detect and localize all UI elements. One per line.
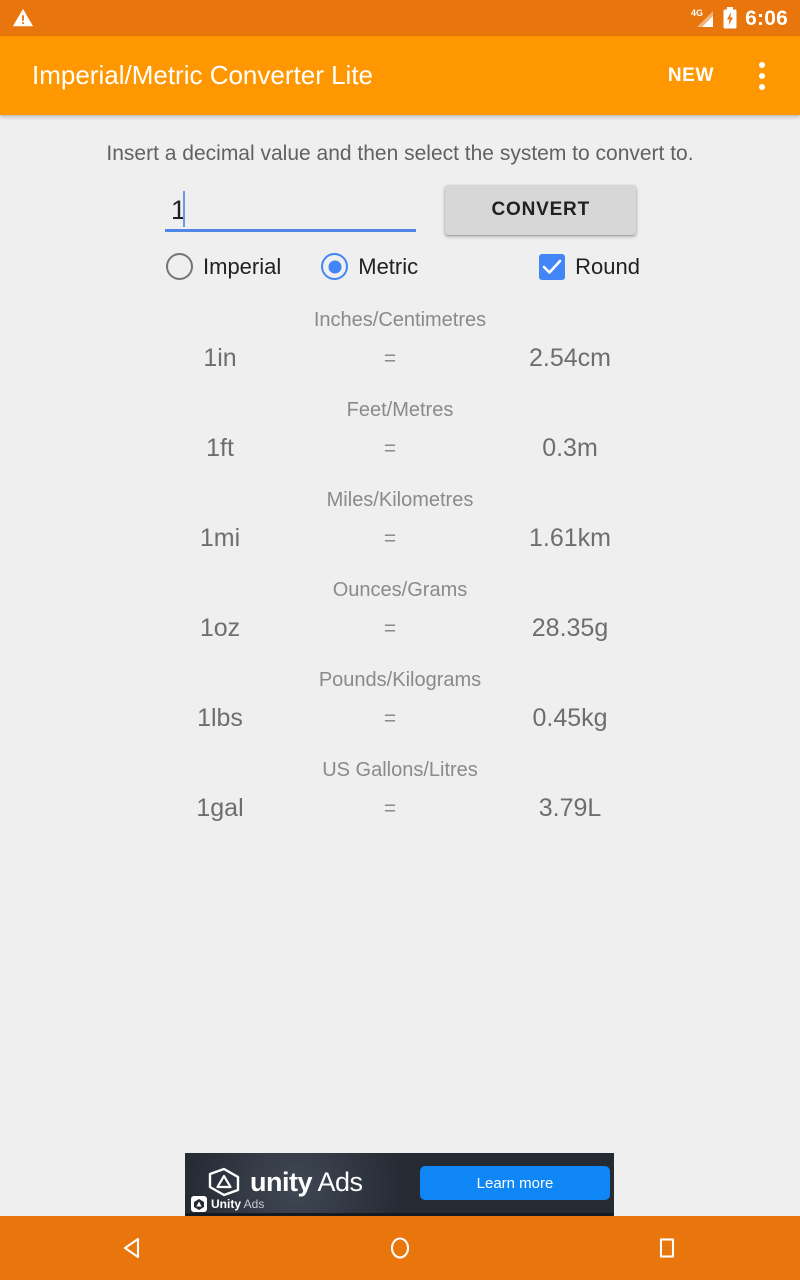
conversion-to-value: 0.45kg xyxy=(532,704,608,732)
value-input[interactable]: 1 xyxy=(165,185,417,232)
conversion-group-title: Miles/Kilometres xyxy=(326,489,474,511)
ad-brand-bold: unity xyxy=(250,1166,313,1197)
conversion-to-value: 3.79L xyxy=(538,794,602,822)
page-title: Imperial/Metric Converter Lite xyxy=(32,60,373,90)
ad-learn-more-button[interactable]: Learn more xyxy=(420,1166,610,1200)
conversion-from-value: 1lbs xyxy=(197,704,243,732)
ad-attribution: Unity Ads xyxy=(191,1196,264,1212)
new-button[interactable]: NEW xyxy=(662,55,720,97)
ad-brand-group: unity Ads xyxy=(207,1166,363,1198)
main-content: Insert a decimal value and then select t… xyxy=(0,115,800,1215)
overflow-menu-icon[interactable] xyxy=(738,52,786,100)
ad-attribution-light: Ads xyxy=(243,1197,265,1211)
battery-charging-icon xyxy=(723,7,737,29)
back-triangle-icon xyxy=(124,1237,140,1259)
recents-square-icon xyxy=(659,1238,674,1258)
conversion-row: 1lbs = 0.45kg xyxy=(0,706,800,752)
equals-symbol: = xyxy=(383,617,397,640)
radio-metric[interactable]: Metric xyxy=(321,253,418,280)
equals-symbol: = xyxy=(383,707,397,730)
conversion-to-value: 2.54cm xyxy=(529,344,611,372)
convert-button[interactable]: CONVERT xyxy=(445,185,636,235)
network-type-label: 4G xyxy=(691,8,703,18)
conversion-to-value: 28.35g xyxy=(531,614,609,642)
status-bar-clock: 6:06 xyxy=(745,6,788,30)
conversion-from-value: 1oz xyxy=(199,614,241,642)
unity-logo-icon xyxy=(208,1167,240,1197)
conversion-from-value: 1mi xyxy=(199,524,241,552)
input-row: 1 CONVERT xyxy=(0,185,800,235)
conversion-group-title: Pounds/Kilograms xyxy=(318,669,482,691)
conversion-row: 1oz = 28.35g xyxy=(0,616,800,662)
text-cursor xyxy=(183,191,185,227)
conversion-group: Ounces/Grams 1oz = 28.35g xyxy=(0,580,800,662)
conversion-group: Miles/Kilometres 1mi = 1.61km xyxy=(0,490,800,572)
ad-attribution-text: Unity Ads xyxy=(211,1198,264,1210)
conversion-group-title: Inches/Centimetres xyxy=(313,309,487,331)
conversion-group: Inches/Centimetres 1in = 2.54cm xyxy=(0,310,800,392)
checkbox-round[interactable]: Round xyxy=(539,253,640,280)
home-circle-icon xyxy=(390,1237,409,1259)
status-bar: 4G 6:06 xyxy=(0,0,800,36)
ad-banner[interactable]: unity Ads Learn more Unity Ads xyxy=(185,1153,614,1215)
equals-symbol: = xyxy=(383,437,397,460)
ad-brand-light: Ads xyxy=(312,1166,364,1197)
radio-metric-icon xyxy=(321,253,349,280)
status-bar-left xyxy=(12,7,34,29)
radio-imperial[interactable]: Imperial xyxy=(166,253,281,280)
equals-symbol: = xyxy=(383,527,397,550)
unity-badge-icon xyxy=(191,1196,207,1212)
conversion-group-title: Ounces/Grams xyxy=(332,579,468,601)
conversion-row: 1gal = 3.79L xyxy=(0,796,800,842)
signal-bars-icon: 4G xyxy=(691,7,715,29)
checkbox-round-label: Round xyxy=(575,253,640,279)
ad-brand-text: unity Ads xyxy=(250,1166,364,1197)
conversion-from-value: 1ft xyxy=(206,434,234,462)
warning-triangle-icon xyxy=(12,8,34,27)
app-bar: Imperial/Metric Converter Lite NEW xyxy=(0,36,800,115)
instruction-text: Insert a decimal value and then select t… xyxy=(106,142,694,165)
conversion-to-value: 0.3m xyxy=(542,434,598,462)
conversion-group-title: Feet/Metres xyxy=(346,399,454,421)
conversion-from-value: 1gal xyxy=(196,794,244,822)
equals-symbol: = xyxy=(383,347,397,370)
status-bar-right: 4G 6:06 xyxy=(691,7,788,29)
system-navigation-bar xyxy=(0,1216,800,1280)
nav-home-button[interactable] xyxy=(267,1216,534,1280)
conversion-group: Pounds/Kilograms 1lbs = 0.45kg xyxy=(0,670,800,752)
nav-recents-button[interactable] xyxy=(533,1216,800,1280)
conversion-row: 1mi = 1.61km xyxy=(0,526,800,572)
radio-metric-label: Metric xyxy=(358,253,419,279)
conversion-from-value: 1in xyxy=(203,344,237,372)
nav-back-button[interactable] xyxy=(0,1216,267,1280)
ad-bottom-strip xyxy=(185,1213,614,1216)
options-row: Imperial Metric Round xyxy=(0,253,800,280)
checkbox-round-icon xyxy=(539,253,566,280)
conversion-group: Feet/Metres 1ft = 0.3m xyxy=(0,400,800,482)
conversion-to-value: 1.61km xyxy=(529,524,611,552)
conversion-row: 1ft = 0.3m xyxy=(0,436,800,482)
equals-symbol: = xyxy=(383,797,397,820)
conversion-results: Inches/Centimetres 1in = 2.54cm Feet/Metres 1… xyxy=(0,310,800,842)
conversion-group: US Gallons/Litres 1gal = 3.79L xyxy=(0,760,800,842)
ad-attribution-bold: Unity xyxy=(211,1197,241,1211)
conversion-row: 1in = 2.54cm xyxy=(0,346,800,392)
radio-imperial-label: Imperial xyxy=(203,253,282,279)
conversion-group-title: US Gallons/Litres xyxy=(322,759,478,781)
radio-imperial-icon xyxy=(166,253,193,280)
